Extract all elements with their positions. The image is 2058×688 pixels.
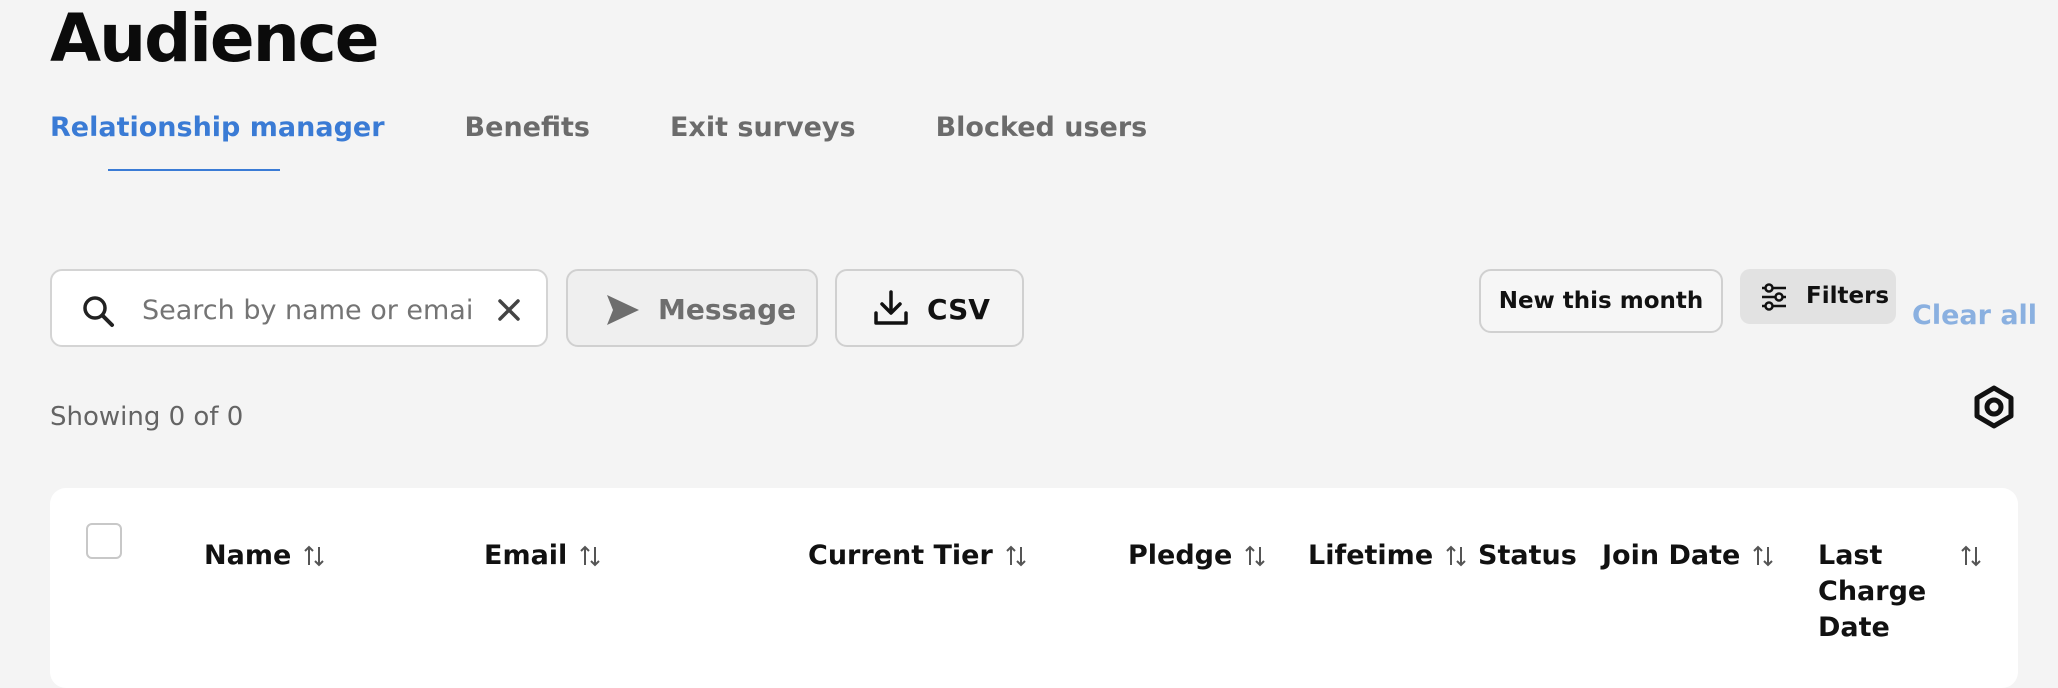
sort-icon — [580, 545, 601, 567]
tab-blocked-users[interactable]: Blocked users — [936, 112, 1148, 143]
column-header-pledge[interactable]: Pledge — [1128, 538, 1266, 574]
column-header-status: Status — [1478, 540, 1577, 571]
tab-bar: Relationship manager Benefits Exit surve… — [50, 112, 1147, 143]
column-header-last-charge-date[interactable]: Last Charge Date — [1818, 538, 1982, 646]
sort-icon — [1753, 545, 1774, 567]
column-header-name[interactable]: Name — [204, 538, 325, 574]
tab-exit-surveys[interactable]: Exit surveys — [670, 112, 856, 143]
close-icon[interactable] — [492, 293, 526, 327]
message-button[interactable]: Message — [566, 269, 818, 347]
sort-icon — [1245, 545, 1266, 567]
message-button-label: Message — [658, 293, 797, 326]
sliders-icon — [1762, 283, 1786, 311]
select-all-checkbox[interactable] — [86, 523, 122, 559]
sort-icon — [1006, 545, 1026, 567]
new-this-month-label: New this month — [1498, 288, 1704, 314]
download-icon — [874, 290, 908, 325]
search-input[interactable] — [140, 289, 474, 331]
active-tab-indicator — [108, 169, 280, 171]
page-title: Audience — [50, 0, 380, 77]
csv-button-label: CSV — [927, 293, 990, 326]
search-icon — [83, 296, 114, 327]
sort-icon — [304, 545, 324, 567]
search-box — [50, 269, 548, 347]
column-header-lifetime[interactable]: Lifetime — [1308, 538, 1467, 574]
tab-relationship-manager[interactable]: Relationship manager — [50, 112, 385, 143]
results-count: Showing 0 of 0 — [50, 402, 244, 432]
audience-table: Name Email Current Tier Pledge Lifetime … — [50, 488, 2018, 688]
sort-icon — [1446, 545, 1466, 567]
column-header-current-tier[interactable]: Current Tier — [808, 538, 1027, 574]
column-header-email[interactable]: Email — [484, 538, 601, 574]
filters-button-label: Filters — [1806, 283, 1890, 309]
send-icon — [607, 295, 639, 325]
new-this-month-filter-button[interactable]: New this month — [1479, 269, 1723, 333]
sort-icon — [1961, 545, 1981, 567]
clear-all-link[interactable]: Clear all — [1912, 300, 2037, 331]
gear-icon[interactable] — [1972, 385, 2016, 429]
column-header-join-date[interactable]: Join Date — [1602, 538, 1774, 574]
csv-download-button[interactable]: CSV — [835, 269, 1024, 347]
tab-benefits[interactable]: Benefits — [465, 112, 590, 143]
filters-button[interactable]: Filters — [1740, 269, 1896, 324]
